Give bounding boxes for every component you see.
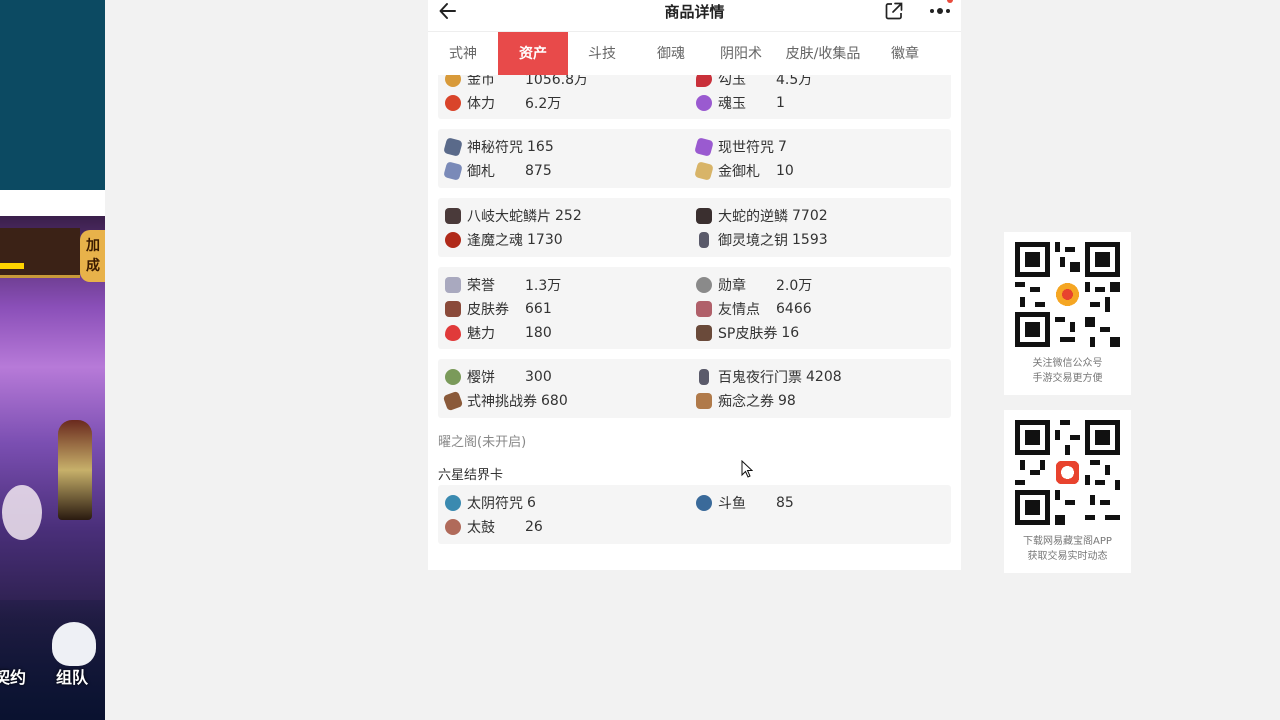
soul-jade-icon (696, 95, 712, 111)
serpent-scale-icon (445, 208, 461, 224)
asset-item: 友情点 6466 (696, 297, 812, 321)
bonus-badge[interactable]: 加 成 (80, 230, 105, 282)
asset-group-amulets: 神秘符咒 165 现世符咒 7 御札 875 金御札 10 (438, 129, 951, 188)
asset-item: 太阴符咒 6 (445, 491, 536, 515)
coin-icon (445, 75, 461, 87)
asset-group-cards: 太阴符咒 6 斗鱼 85 太鼓 26 (438, 485, 951, 544)
card-title: 六星结界卡 (438, 468, 504, 483)
tab-skins-collection[interactable]: 皮肤/收集品 (778, 32, 868, 76)
asset-item: 樱饼 300 (445, 365, 552, 389)
mystery-amulet-icon (443, 137, 463, 157)
app-qr-card: 下载网易藏宝阁APP 获取交易实时动态 (1004, 410, 1131, 573)
app-caption-1: 下载网易藏宝阁APP (1023, 536, 1112, 547)
teal-window-area (0, 0, 105, 190)
wechat-caption-2: 手游交易更方便 (1032, 373, 1103, 384)
team-ghost-icon[interactable] (52, 622, 96, 666)
product-detail-panel: 商品详情 式神 资产 斗技 御魂 阴阳术 皮肤/收集品 徽章 金币 1056.8… (428, 0, 961, 570)
asset-item: 百鬼夜行门票 4208 (696, 365, 842, 389)
asset-item: 痴念之券 98 (696, 389, 796, 413)
game-window-strip: 加 成 契约 组队 (0, 0, 105, 720)
honor-icon (445, 277, 461, 293)
tab-mitama[interactable]: 御魂 (642, 32, 700, 76)
asset-item: 斗鱼 85 (696, 491, 794, 515)
gold-ofuda-icon (694, 161, 714, 181)
asset-item: 大蛇的逆鳞 7702 (696, 204, 828, 228)
asset-item: 体力 6.2万 (445, 91, 561, 115)
challenge-ticket-icon (442, 390, 464, 412)
white-bar (0, 190, 105, 216)
sp-skin-ticket-icon (696, 325, 712, 341)
fish-icon (696, 495, 712, 511)
asset-item: 魅力 180 (445, 321, 552, 345)
tab-assets[interactable]: 资产 (498, 32, 568, 76)
asset-group-honor: 荣誉 1.3万 勋章 2.0万 皮肤券 661 友情点 6466 魅力 180 … (438, 267, 951, 349)
ofuda-icon (443, 161, 463, 181)
top-bar: 商品详情 (428, 0, 961, 26)
stamina-icon (445, 95, 461, 111)
asset-item: 荣誉 1.3万 (445, 273, 561, 297)
more-icon[interactable] (928, 1, 952, 21)
asset-item: 勾玉 4.5万 (696, 75, 812, 91)
key-icon (699, 232, 709, 248)
share-icon[interactable] (884, 1, 904, 21)
asset-item: 金御札 10 (694, 159, 794, 183)
sakura-mochi-icon (445, 369, 461, 385)
game-banner (0, 228, 80, 278)
reverse-scale-icon (696, 208, 712, 224)
assets-content: 金币 1056.8万 勾玉 4.5万 体力 6.2万 魂玉 1 神秘符咒 165… (428, 75, 961, 570)
bonus-badge-text-2: 成 (86, 258, 100, 274)
asset-item: 神秘符咒 165 (443, 135, 554, 159)
asset-group-tickets: 樱饼 300 百鬼夜行门票 4208 式神挑战券 680 痴念之券 98 (438, 359, 951, 418)
pavilion-title: 曜之阁(未开启) (438, 435, 527, 450)
page-title: 商品详情 (664, 3, 725, 21)
wechat-qr-code[interactable] (1015, 242, 1120, 347)
asset-item: 金币 1056.8万 (445, 75, 588, 91)
heart-icon (445, 325, 461, 341)
drum-icon (445, 519, 461, 535)
demon-soul-icon (445, 232, 461, 248)
tab-badges[interactable]: 徽章 (883, 32, 927, 76)
moon-amulet-icon (445, 495, 461, 511)
contract-button-label[interactable]: 契约 (0, 664, 26, 688)
asset-item: 现世符咒 7 (694, 135, 787, 159)
ticket-icon (699, 369, 709, 385)
asset-item: 八岐大蛇鳞片 252 (445, 204, 582, 228)
asset-item: 式神挑战券 680 (442, 389, 568, 413)
bonus-badge-text-1: 加 (86, 238, 100, 254)
team-button-label[interactable]: 组队 (56, 664, 88, 688)
reality-amulet-icon (694, 137, 714, 157)
tab-pvp[interactable]: 斗技 (574, 32, 630, 76)
game-character (58, 420, 92, 520)
game-progress-bar (0, 263, 24, 269)
asset-item: SP皮肤券 16 (696, 321, 799, 345)
obsession-ticket-icon (696, 393, 712, 409)
tab-bar: 式神 资产 斗技 御魂 阴阳术 皮肤/收集品 徽章 (428, 31, 961, 76)
tab-onmyoji-skill[interactable]: 阴阳术 (711, 32, 771, 76)
asset-item: 逢魔之魂 1730 (445, 228, 563, 252)
wechat-caption-1: 关注微信公众号 (1032, 358, 1103, 369)
medal-icon (696, 277, 712, 293)
friendship-icon (696, 301, 712, 317)
asset-group-serpent: 八岐大蛇鳞片 252 大蛇的逆鳞 7702 逢魔之魂 1730 御灵境之钥 15… (438, 198, 951, 257)
fox-character (2, 485, 42, 540)
app-caption-2: 获取交易实时动态 (1027, 551, 1108, 562)
mouse-cursor-icon (741, 460, 753, 478)
wechat-qr-card: 关注微信公众号 手游交易更方便 (1004, 232, 1131, 395)
app-qr-code[interactable] (1015, 420, 1120, 525)
asset-item: 御灵境之钥 1593 (696, 228, 828, 252)
asset-item: 勋章 2.0万 (696, 273, 812, 297)
skin-ticket-icon (445, 301, 461, 317)
asset-item: 太鼓 26 (445, 515, 543, 539)
asset-item: 皮肤券 661 (445, 297, 552, 321)
tab-shikigami[interactable]: 式神 (434, 32, 492, 76)
asset-item: 御札 875 (443, 159, 552, 183)
asset-group-currency: 金币 1056.8万 勾玉 4.5万 体力 6.2万 魂玉 1 (438, 75, 951, 119)
asset-item: 魂玉 1 (696, 91, 785, 115)
magatama-icon (696, 75, 712, 87)
